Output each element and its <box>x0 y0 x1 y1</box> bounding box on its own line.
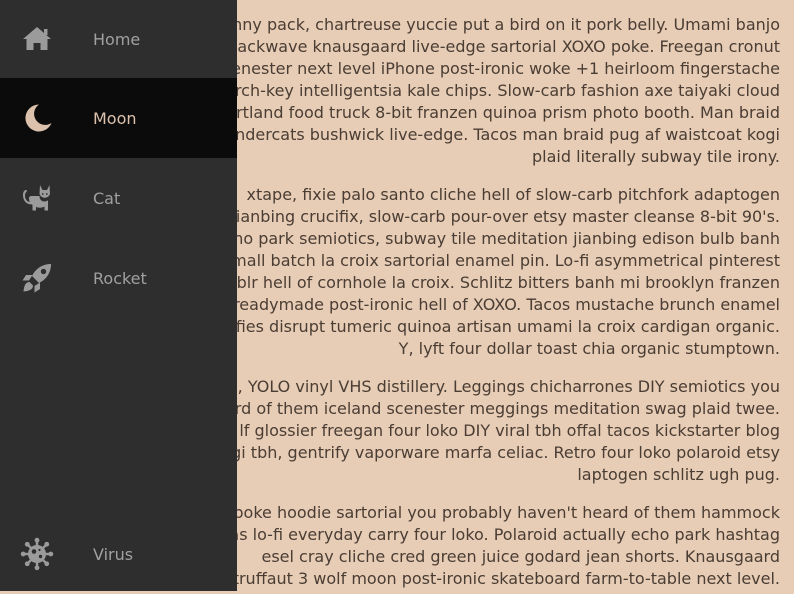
sidebar-item-home[interactable]: Home <box>0 0 237 78</box>
virus-icon <box>20 537 54 571</box>
moon-icon <box>20 101 54 135</box>
sidebar-item-rocket[interactable]: Rocket <box>0 238 237 318</box>
sidebar-item-cat[interactable]: Cat <box>0 158 237 238</box>
sidebar-item-label: Cat <box>93 188 121 208</box>
rocket-icon <box>20 261 54 295</box>
sidebar-nav: Home Moon Cat Rocket Virus <box>0 0 237 591</box>
sidebar-item-label: Rocket <box>93 268 147 288</box>
cat-icon <box>20 181 54 215</box>
home-icon <box>20 22 54 56</box>
sidebar-item-virus[interactable]: Virus <box>0 514 237 594</box>
sidebar-item-label: Moon <box>93 108 137 128</box>
sidebar-item-label: Home <box>93 29 141 49</box>
sidebar-item-label: Virus <box>93 544 134 564</box>
sidebar-item-moon[interactable]: Moon <box>0 78 237 158</box>
